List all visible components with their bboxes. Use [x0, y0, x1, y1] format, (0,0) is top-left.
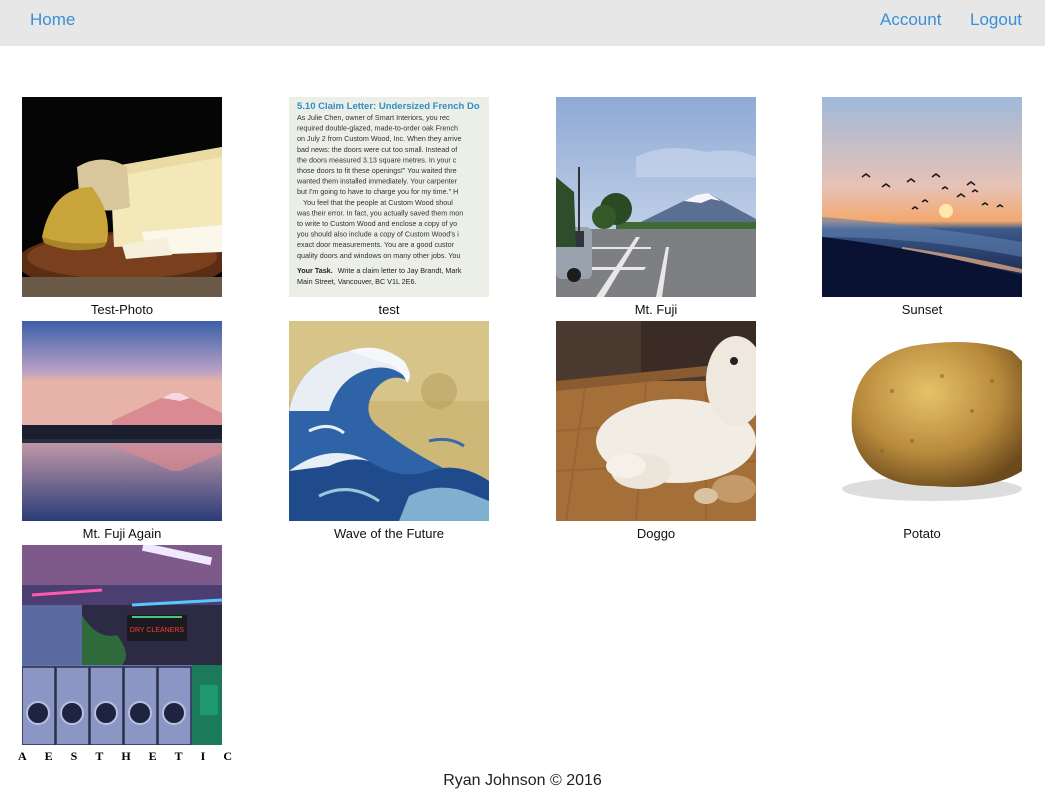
gallery-item-mt-fuji-again[interactable]: Mt. Fuji Again [22, 321, 222, 541]
gallery-item-potato[interactable]: Potato [822, 321, 1022, 541]
mt-fuji-reflection-photo [22, 321, 222, 521]
navbar: Home Account Logout [0, 0, 1045, 46]
nav-account-link[interactable]: Account [880, 10, 941, 30]
document-line: on July 2 from Custom Wood, Inc. When th… [297, 134, 461, 143]
caption-letter: S [70, 749, 78, 763]
document-line: required double-glazed, made-to-order oa… [297, 124, 458, 133]
document-task-line: Main Street, Vancouver, BC V1L 2E6. [297, 277, 416, 286]
document-line: but I'm going to have to charge you for … [297, 187, 458, 196]
document-line: wanted them installed immediately. Your … [296, 177, 458, 186]
document-line: bad news: the doors were cut too small. … [297, 145, 457, 154]
gallery-item-doggo[interactable]: Doggo [556, 321, 756, 541]
gallery-caption-spaced: AESTHETIC [18, 749, 232, 764]
doggo-photo [556, 321, 756, 521]
nav-home-link[interactable]: Home [30, 10, 75, 30]
document-line: those doors to fit these openings!" You … [297, 166, 457, 175]
caption-letter: T [174, 749, 183, 763]
laundromat-sign: DRY CLEANERS [130, 627, 185, 634]
document-line: was their error. In fact, you actually s… [296, 208, 463, 217]
doggo-thumbnail[interactable] [556, 321, 756, 521]
gallery-caption: Mt. Fuji Again [82, 526, 162, 541]
gallery-caption: Sunset [901, 302, 943, 317]
gallery-item-sunset[interactable]: Sunset [822, 97, 1022, 317]
document-task-line: Write a claim letter to Jay Brandt, Mark [338, 266, 462, 275]
document-line: You feel that the people at Custom Wood … [303, 198, 453, 207]
caption-letter: E [44, 749, 53, 763]
caption-letter: E [148, 749, 157, 763]
gallery-item-aesthetic[interactable]: DRY CLEANERS [22, 545, 222, 745]
laundromat-photo: DRY CLEANERS [22, 545, 222, 745]
laundromat-thumbnail[interactable]: DRY CLEANERS [22, 545, 222, 745]
gallery-caption: Doggo [636, 526, 676, 541]
document-line: you should also include a copy of Custom… [297, 230, 459, 239]
document-line: exact door measurements. You are a good … [297, 240, 455, 249]
gallery-item-test[interactable]: 5.10 Claim Letter: Undersized French Do … [289, 97, 489, 317]
caption-letter: I [200, 749, 206, 763]
document-line: to write to Custom Wood and enclose a co… [297, 219, 457, 228]
potato-photo [822, 321, 1022, 521]
gallery-item-wave-of-the-future[interactable]: Wave of the Future [289, 321, 489, 541]
great-wave-mosaic [289, 321, 489, 521]
document-line: As Julie Chen, owner of Smart Interiors,… [297, 113, 450, 122]
nav-logout-link[interactable]: Logout [970, 10, 1022, 30]
caption-letter: H [121, 749, 131, 763]
gallery-caption: Potato [903, 526, 941, 541]
gallery-caption: Wave of the Future [333, 526, 445, 541]
mt-fuji-again-thumbnail[interactable] [22, 321, 222, 521]
gallery-item-test-photo[interactable]: Test-Photo [22, 97, 222, 317]
document-line: quality doors and windows on many other … [297, 251, 460, 260]
caption-letter: C [223, 749, 232, 763]
document-task-label: Your Task. [297, 266, 333, 275]
sunset-photo [822, 97, 1022, 297]
gallery-caption: Test-Photo [90, 302, 154, 317]
caption-letter: A [18, 749, 27, 763]
document-line: the doors measured 3.13 square metres. I… [297, 155, 457, 164]
document-heading: 5.10 Claim Letter: Undersized French Do [297, 101, 480, 112]
footer-copyright: Ryan Johnson © 2016 [443, 772, 602, 789]
mt-fuji-photo [556, 97, 756, 297]
sunset-thumbnail[interactable] [822, 97, 1022, 297]
document-thumbnail[interactable]: 5.10 Claim Letter: Undersized French Do … [289, 97, 489, 297]
document-scan: 5.10 Claim Letter: Undersized French Do … [289, 97, 489, 297]
wave-thumbnail[interactable] [289, 321, 489, 521]
cheese-photo-thumbnail[interactable] [22, 97, 222, 297]
caption-letter: T [95, 749, 104, 763]
gallery-caption: Mt. Fuji [634, 302, 678, 317]
gallery-caption: test [378, 302, 400, 317]
cheese-photo [22, 97, 222, 297]
svg-text:Your Task. Write a cla: Your Task. Write a claim letter to Jay B… [297, 266, 462, 275]
potato-thumbnail[interactable] [822, 321, 1022, 521]
mt-fuji-thumbnail[interactable] [556, 97, 756, 297]
gallery-item-mt-fuji[interactable]: Mt. Fuji [556, 97, 756, 317]
